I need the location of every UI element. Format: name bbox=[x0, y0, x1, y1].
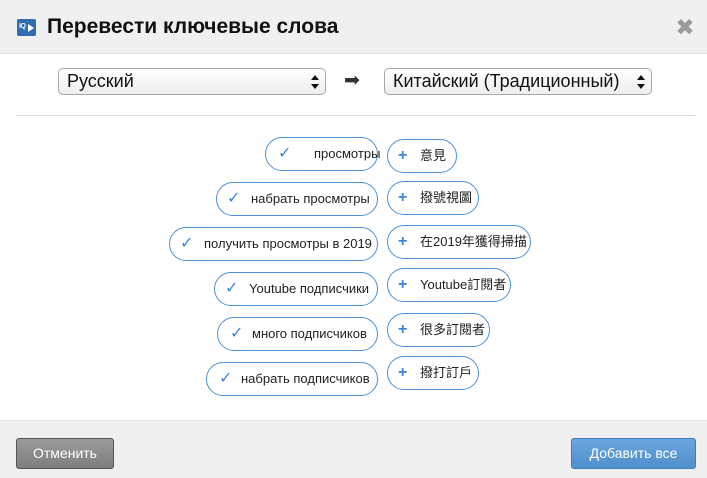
divider bbox=[16, 115, 695, 116]
source-language-value: Русский bbox=[67, 71, 134, 91]
check-icon: ✓ bbox=[278, 145, 292, 162]
keyword-original: много подписчиков bbox=[252, 326, 367, 341]
keyword-chip-selected[interactable]: ✓ набрать просмотры bbox=[216, 182, 378, 216]
add-all-button[interactable]: Добавить все bbox=[571, 438, 696, 469]
check-icon: ✓ bbox=[227, 190, 241, 207]
keyword-chip-selected[interactable]: ✓ набрать подписчиков bbox=[206, 362, 378, 396]
logo-text: IQ bbox=[19, 23, 26, 30]
keyword-original: получить просмотры в 2019 bbox=[204, 236, 372, 251]
keyword-original: Youtube подписчики bbox=[249, 281, 370, 296]
check-icon: ✓ bbox=[180, 235, 194, 252]
plus-icon: + bbox=[398, 189, 408, 206]
translation-text: 意見 bbox=[420, 148, 447, 163]
translation-chip[interactable]: + 意見 bbox=[387, 139, 457, 173]
plus-icon: + bbox=[398, 364, 408, 381]
app-logo-icon: IQ bbox=[17, 19, 36, 36]
check-icon: ✓ bbox=[219, 370, 233, 387]
translation-chip[interactable]: + 很多訂閱者 bbox=[387, 313, 490, 347]
target-language-value: Китайский (Традиционный) bbox=[393, 71, 620, 91]
translation-text: Youtube訂閱者 bbox=[420, 277, 507, 292]
select-arrows-icon bbox=[311, 75, 320, 89]
arrow-right-icon: ➡ bbox=[344, 70, 360, 91]
source-language-select[interactable]: Русский bbox=[58, 68, 326, 95]
plus-icon: + bbox=[398, 147, 408, 164]
check-icon: ✓ bbox=[225, 280, 239, 297]
plus-icon: + bbox=[398, 321, 408, 338]
keyword-chip-selected[interactable]: ✓ много подписчиков bbox=[217, 317, 378, 351]
translation-text: 很多訂閱者 bbox=[420, 322, 486, 337]
translation-text: 在2019年獲得掃描 bbox=[420, 234, 527, 249]
keyword-original: набрать просмотры bbox=[251, 191, 370, 206]
keyword-original: просмотры bbox=[314, 146, 381, 161]
check-icon: ✓ bbox=[230, 325, 244, 342]
keyword-original: набрать подписчиков bbox=[241, 371, 370, 386]
translation-text: 撥號視圖 bbox=[420, 190, 473, 205]
translation-chip[interactable]: + 撥號視圖 bbox=[387, 181, 479, 215]
dialog-footer: Отменить Добавить все bbox=[0, 420, 707, 478]
dialog-header: IQ Перевести ключевые слова ✖ bbox=[0, 0, 707, 54]
close-icon[interactable]: ✖ bbox=[673, 15, 697, 39]
translation-chip[interactable]: + 在2019年獲得掃描 bbox=[387, 225, 531, 259]
translation-chip[interactable]: + Youtube訂閱者 bbox=[387, 268, 511, 302]
keyword-chip-selected[interactable]: ✓ Youtube подписчики bbox=[214, 272, 378, 306]
select-arrows-icon bbox=[637, 75, 646, 89]
keyword-chip-selected[interactable]: ✓ получить просмотры в 2019 bbox=[169, 227, 378, 261]
dialog-title: Перевести ключевые слова bbox=[47, 15, 339, 38]
translation-chip[interactable]: + 撥打訂戶 bbox=[387, 356, 479, 390]
cancel-button[interactable]: Отменить bbox=[16, 438, 114, 469]
target-language-select[interactable]: Китайский (Традиционный) bbox=[384, 68, 652, 95]
translation-text: 撥打訂戶 bbox=[420, 365, 473, 380]
plus-icon: + bbox=[398, 276, 408, 293]
keyword-chip-selected[interactable]: ✓ просмотры bbox=[265, 137, 381, 171]
plus-icon: + bbox=[398, 233, 408, 250]
